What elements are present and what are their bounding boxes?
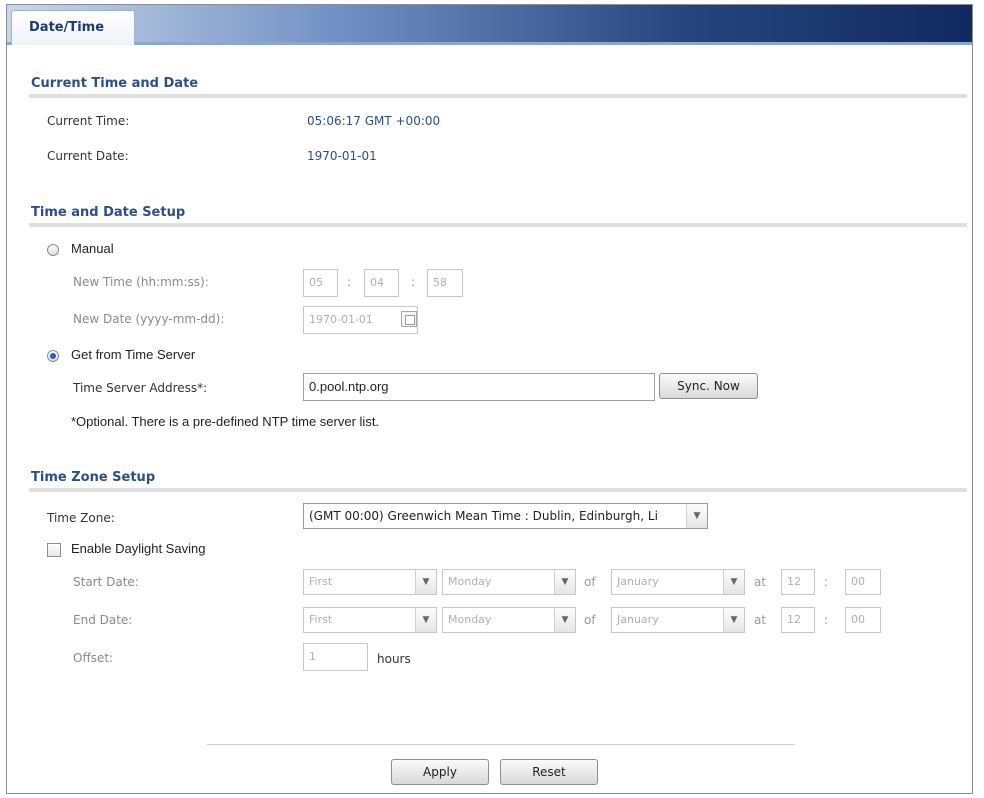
apply-button[interactable]: Apply (391, 759, 489, 785)
section-divider (29, 223, 967, 227)
end-month-select[interactable]: January ▼ (611, 607, 745, 633)
server-note: *Optional. There is a pre-defined NTP ti… (71, 414, 380, 429)
time-server-radio-label[interactable]: Get from Time Server (71, 347, 195, 362)
time-server-radio[interactable] (47, 350, 59, 362)
section-divider (29, 94, 967, 98)
time-server-address-label: Time Server Address*: (73, 381, 208, 395)
manual-radio[interactable] (47, 244, 59, 256)
time-server-address-input[interactable]: 0.pool.ntp.org (303, 373, 655, 401)
chevron-down-icon: ▼ (554, 570, 575, 594)
end-minute-input[interactable]: 00 (845, 607, 881, 633)
sync-now-button[interactable]: Sync. Now (659, 373, 758, 399)
chevron-down-icon: ▼ (723, 608, 744, 632)
time-separator: : (411, 275, 416, 289)
end-date-label: End Date: (73, 613, 133, 627)
end-day-value: Monday (448, 613, 492, 626)
tab-bar: Date/Time (7, 5, 972, 45)
new-date-label: New Date (yyyy-mm-dd): (73, 312, 225, 326)
of-text: of (584, 575, 596, 589)
reset-button[interactable]: Reset (500, 759, 598, 785)
daylight-saving-checkbox[interactable] (47, 543, 61, 557)
daylight-saving-label[interactable]: Enable Daylight Saving (71, 541, 205, 556)
at-text: at (754, 575, 767, 589)
chevron-down-icon: ▼ (686, 504, 707, 528)
hours-label: hours (377, 652, 411, 666)
tab-datetime[interactable]: Date/Time (11, 10, 135, 45)
time-zone-value: (GMT 00:00) Greenwich Mean Time : Dublin… (309, 509, 658, 523)
time-separator: : (824, 613, 829, 627)
manual-radio-label[interactable]: Manual (71, 241, 114, 256)
start-hour-input[interactable]: 12 (781, 569, 815, 595)
end-day-select[interactable]: Monday ▼ (442, 607, 576, 633)
chevron-down-icon: ▼ (723, 570, 744, 594)
start-day-select[interactable]: Monday ▼ (442, 569, 576, 595)
offset-input[interactable]: 1 (303, 643, 368, 671)
start-month-value: January (617, 575, 659, 588)
end-week-select[interactable]: First ▼ (303, 607, 437, 633)
calendar-icon[interactable] (401, 311, 417, 327)
new-time-hour-input[interactable]: 05 (303, 269, 338, 297)
end-week-value: First (309, 613, 333, 626)
section-divider (29, 488, 967, 492)
of-text: of (584, 613, 596, 627)
end-hour-input[interactable]: 12 (781, 607, 815, 633)
chevron-down-icon: ▼ (415, 608, 436, 632)
section-title-setup: Time and Date Setup (31, 205, 186, 220)
start-week-value: First (309, 575, 333, 588)
end-month-value: January (617, 613, 659, 626)
start-month-select[interactable]: January ▼ (611, 569, 745, 595)
offset-label: Offset: (73, 651, 114, 665)
current-date-label: Current Date: (47, 149, 129, 163)
time-separator: : (347, 275, 352, 289)
section-title-timezone: Time Zone Setup (31, 470, 156, 485)
current-date-value: 1970-01-01 (307, 149, 377, 163)
start-date-label: Start Date: (73, 575, 139, 589)
chevron-down-icon: ▼ (554, 608, 575, 632)
chevron-down-icon: ▼ (415, 570, 436, 594)
at-text: at (754, 613, 767, 627)
new-time-minute-input[interactable]: 04 (364, 269, 399, 297)
new-time-second-input[interactable]: 58 (427, 269, 463, 297)
time-zone-select[interactable]: (GMT 00:00) Greenwich Mean Time : Dublin… (303, 503, 708, 529)
start-week-select[interactable]: First ▼ (303, 569, 437, 595)
section-title-current: Current Time and Date (31, 76, 199, 91)
time-zone-label: Time Zone: (47, 511, 115, 525)
footer-divider (207, 744, 795, 745)
datetime-panel: Date/Time Current Time and Date Current … (6, 4, 973, 794)
current-time-label: Current Time: (47, 114, 130, 128)
time-separator: : (824, 575, 829, 589)
start-minute-input[interactable]: 00 (845, 569, 881, 595)
new-time-label: New Time (hh:mm:ss): (73, 275, 209, 289)
start-day-value: Monday (448, 575, 492, 588)
current-time-value: 05:06:17 GMT +00:00 (307, 114, 441, 128)
